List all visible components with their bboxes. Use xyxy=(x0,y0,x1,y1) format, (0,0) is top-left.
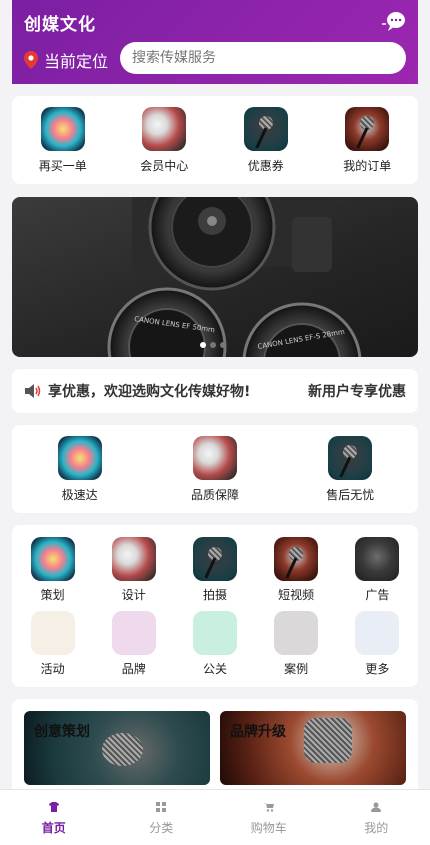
category-advertising[interactable]: 广告 xyxy=(347,537,407,603)
feature-label: 品质保障 xyxy=(191,486,239,503)
category-brand[interactable]: 品牌 xyxy=(104,611,164,677)
category-label: 短视频 xyxy=(278,586,314,603)
aurora-thumbnail xyxy=(58,436,102,480)
concert-thumbnail xyxy=(112,537,156,581)
location-pin-icon xyxy=(24,51,38,69)
feature-label: 售后无忧 xyxy=(326,486,374,503)
color-block xyxy=(193,611,237,655)
category-label: 品牌 xyxy=(122,660,146,677)
search-input[interactable] xyxy=(120,42,406,74)
aurora-thumbnail xyxy=(41,107,85,151)
banner-carousel[interactable]: CANON LENS EF 50mm CANON LENS EF-S 28mm xyxy=(12,197,418,357)
quick-links: 再买一单 会员中心 优惠券 我的订单 xyxy=(12,96,418,184)
microphone-thumbnail xyxy=(193,537,237,581)
chat-icon[interactable] xyxy=(380,10,406,32)
quick-link-coupons[interactable]: 优惠券 xyxy=(226,107,306,174)
microphone-thumbnail xyxy=(345,107,389,151)
promo-brand-upgrade[interactable]: 品牌升级 xyxy=(220,711,406,785)
quick-link-reorder[interactable]: 再买一单 xyxy=(23,107,103,174)
category-events[interactable]: 活动 xyxy=(23,611,83,677)
current-location[interactable]: 当前定位 xyxy=(24,48,108,72)
service-features: 极速达 品质保障 售后无忧 xyxy=(12,425,418,513)
feature-quality[interactable]: 品质保障 xyxy=(175,436,255,503)
shirt-icon xyxy=(49,802,59,812)
cart-icon xyxy=(264,802,274,812)
color-block xyxy=(112,611,156,655)
feature-fast-delivery[interactable]: 极速达 xyxy=(40,436,120,503)
tab-home[interactable]: 首页 xyxy=(0,790,108,845)
category-row: 活动 品牌 公关 案例 更多 xyxy=(12,611,418,677)
grid-icon xyxy=(156,802,166,812)
feature-after-sales[interactable]: 售后无忧 xyxy=(310,436,390,503)
category-label: 案例 xyxy=(284,660,308,677)
speaker-icon xyxy=(24,383,42,399)
aurora-thumbnail xyxy=(31,537,75,581)
notice-bar[interactable]: 享优惠，欢迎选购文化传媒好物! 新用户专享优惠 xyxy=(12,369,418,413)
feature-label: 极速达 xyxy=(62,486,98,503)
microphone-thumbnail xyxy=(328,436,372,480)
carousel-dots[interactable] xyxy=(200,342,226,348)
category-row: 策划 设计 拍摄 短视频 广告 xyxy=(12,537,418,603)
tab-label: 购物车 xyxy=(251,819,287,836)
new-user-offer-link[interactable]: 新用户专享优惠 xyxy=(308,381,406,401)
promo-title: 品牌升级 xyxy=(230,721,286,741)
category-planning[interactable]: 策划 xyxy=(23,537,83,603)
category-label: 公关 xyxy=(203,660,227,677)
camera-banner-image: CANON LENS EF 50mm CANON LENS EF-S 28mm xyxy=(12,197,418,357)
promo-section: 创意策划 品牌升级 xyxy=(12,699,418,795)
promo-creative-planning[interactable]: 创意策划 xyxy=(24,711,210,785)
category-label: 更多 xyxy=(365,660,389,677)
category-label: 策划 xyxy=(41,586,65,603)
category-short-video[interactable]: 短视频 xyxy=(266,537,326,603)
app-header: 创媒文化 当前定位 xyxy=(12,0,418,84)
color-block xyxy=(31,611,75,655)
category-grid: 策划 设计 拍摄 短视频 广告 活动 品牌 xyxy=(12,525,418,687)
concert-thumbnail xyxy=(142,107,186,151)
color-block xyxy=(355,611,399,655)
carousel-dot[interactable] xyxy=(210,342,216,348)
tab-label: 我的 xyxy=(364,819,388,836)
category-pr[interactable]: 公关 xyxy=(185,611,245,677)
category-label: 设计 xyxy=(122,586,146,603)
tab-label: 分类 xyxy=(149,819,173,836)
camera-thumbnail xyxy=(355,537,399,581)
tab-label: 首页 xyxy=(42,819,66,836)
microphone-thumbnail xyxy=(274,537,318,581)
quick-link-label: 再买一单 xyxy=(39,157,87,174)
promo-title: 创意策划 xyxy=(34,721,90,741)
tab-profile[interactable]: 我的 xyxy=(323,790,430,845)
brand-title: 创媒文化 xyxy=(24,10,96,35)
tab-cart[interactable]: 购物车 xyxy=(215,790,323,845)
location-label: 当前定位 xyxy=(44,48,108,72)
carousel-dot[interactable] xyxy=(200,342,206,348)
category-shooting[interactable]: 拍摄 xyxy=(185,537,245,603)
quick-link-label: 会员中心 xyxy=(140,157,188,174)
user-icon xyxy=(371,802,381,812)
quick-link-my-orders[interactable]: 我的订单 xyxy=(327,107,407,174)
category-more[interactable]: 更多 xyxy=(347,611,407,677)
category-design[interactable]: 设计 xyxy=(104,537,164,603)
quick-link-label: 我的订单 xyxy=(343,157,391,174)
concert-thumbnail xyxy=(193,436,237,480)
quick-link-member-center[interactable]: 会员中心 xyxy=(124,107,204,174)
tab-category[interactable]: 分类 xyxy=(108,790,216,845)
bottom-tab-bar: 首页 分类 购物车 我的 xyxy=(0,789,430,845)
category-label: 广告 xyxy=(365,586,389,603)
carousel-dot[interactable] xyxy=(220,342,226,348)
category-label: 拍摄 xyxy=(203,586,227,603)
quick-link-label: 优惠券 xyxy=(248,157,284,174)
microphone-thumbnail xyxy=(244,107,288,151)
color-block xyxy=(274,611,318,655)
notice-text: 享优惠，欢迎选购文化传媒好物! xyxy=(48,381,300,401)
category-cases[interactable]: 案例 xyxy=(266,611,326,677)
category-label: 活动 xyxy=(41,660,65,677)
